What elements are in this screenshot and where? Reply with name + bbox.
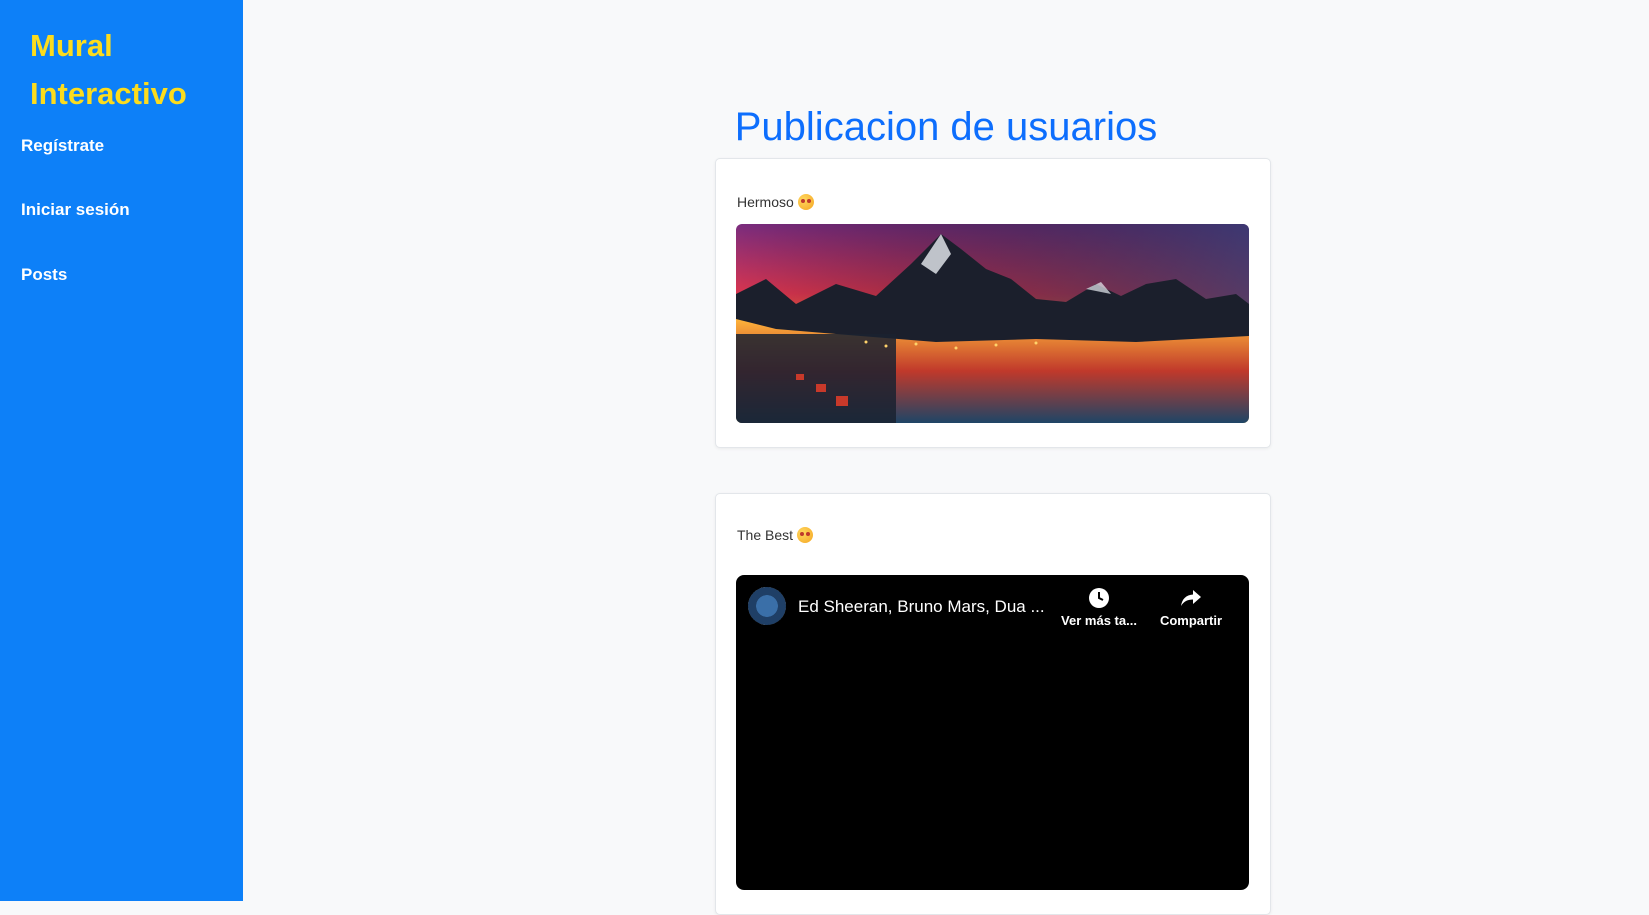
watch-later-button[interactable]: Ver más ta... bbox=[1054, 587, 1144, 628]
page-title: Publicacion de usuarios bbox=[734, 104, 1158, 149]
sidebar: Mural Interactivo Regístrate Iniciar ses… bbox=[0, 0, 243, 901]
mountain-lake-sunset-image bbox=[736, 224, 1249, 423]
post-card: Hermoso bbox=[715, 158, 1271, 448]
clock-icon bbox=[1089, 588, 1109, 608]
brand-line-2: Interactivo bbox=[30, 76, 187, 111]
share-label: Compartir bbox=[1159, 613, 1223, 628]
video-player[interactable]: Ed Sheeran, Bruno Mars, Dua ... Ver más … bbox=[736, 575, 1249, 890]
share-arrow-icon bbox=[1181, 590, 1201, 606]
post-caption-text: Hermoso bbox=[737, 194, 794, 210]
channel-avatar[interactable] bbox=[748, 587, 786, 625]
share-button[interactable]: Compartir bbox=[1146, 587, 1236, 628]
post-caption-text: The Best bbox=[737, 527, 794, 543]
smiling-face-with-hearts-icon bbox=[797, 194, 814, 210]
star-struck-face-icon bbox=[797, 527, 814, 543]
nav-login[interactable]: Iniciar sesión bbox=[21, 200, 130, 220]
post-image bbox=[736, 224, 1249, 423]
post-card: The Best Ed Sheeran, Bruno Mars, Dua ...… bbox=[715, 493, 1271, 915]
nav-register[interactable]: Regístrate bbox=[21, 136, 104, 156]
nav-posts[interactable]: Posts bbox=[21, 265, 67, 285]
watch-later-label: Ver más ta... bbox=[1061, 613, 1137, 628]
brand-line-1: Mural bbox=[30, 28, 113, 63]
video-title[interactable]: Ed Sheeran, Bruno Mars, Dua ... bbox=[798, 597, 1045, 617]
post-caption: Hermoso bbox=[737, 194, 814, 210]
brand-logo[interactable]: Mural Interactivo bbox=[30, 22, 230, 118]
post-caption: The Best bbox=[737, 527, 814, 543]
